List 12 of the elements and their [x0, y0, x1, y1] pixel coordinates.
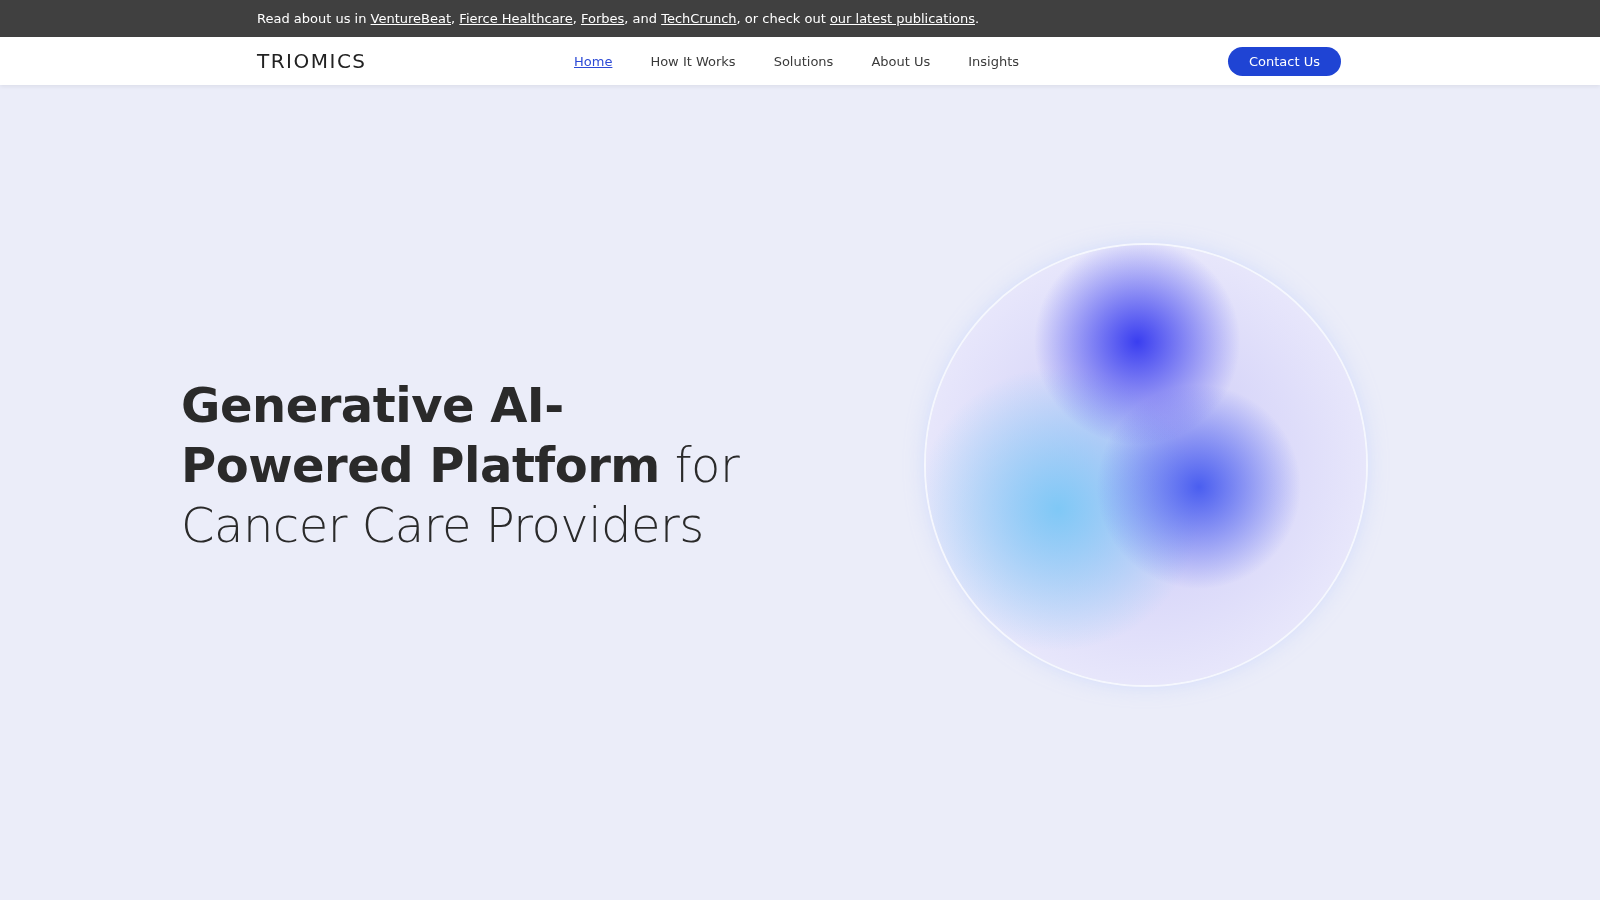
nav-link[interactable]: How It Works — [650, 53, 736, 69]
contact-button[interactable]: Contact Us — [1228, 46, 1341, 76]
hero-headline: Generative AI-Powered Platform for Cancer Care Providers — [181, 376, 741, 555]
nav-link[interactable]: Insights — [968, 53, 1020, 69]
nav-link[interactable]: Home — [574, 53, 613, 69]
press-link[interactable]: our latest publications — [829, 11, 975, 26]
press-link[interactable]: TechCrunch — [661, 11, 737, 26]
press-link[interactable]: Fierce Healthcare — [459, 11, 573, 26]
nav-link[interactable]: Solutions — [773, 53, 834, 69]
nav-link[interactable]: About Us — [871, 53, 931, 69]
logo[interactable]: TRIOMICS — [257, 49, 574, 73]
announcement-text: Read about us in VentureBeat, Fierce Healthcare, Forbes, and TechCrunch, or check out our latest publications. — [257, 11, 980, 26]
